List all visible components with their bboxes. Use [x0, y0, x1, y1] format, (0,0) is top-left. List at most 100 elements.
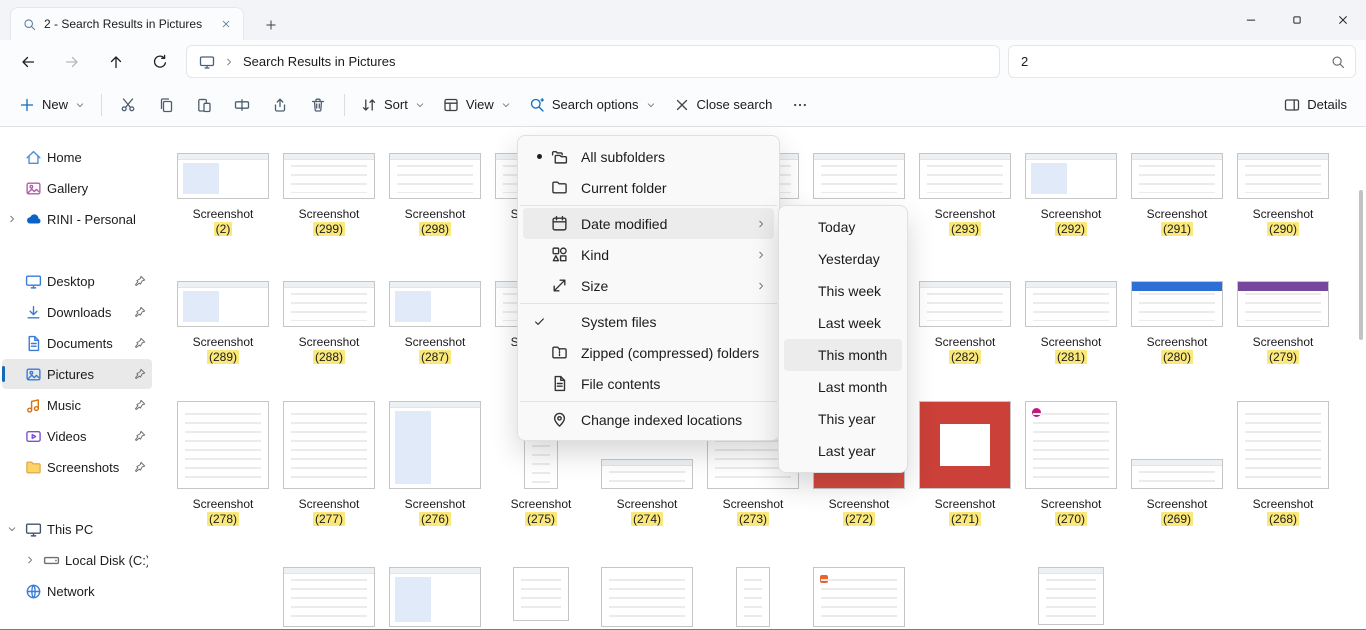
vertical-scrollbar[interactable]: [1359, 190, 1363, 340]
file-item[interactable]: Screenshot(279): [1237, 281, 1329, 365]
sidebar-item-this-pc[interactable]: This PC: [2, 514, 152, 544]
submenu-item-today[interactable]: Today: [784, 211, 902, 243]
rename-button[interactable]: [223, 88, 261, 122]
minimize-button[interactable]: [1228, 0, 1274, 40]
file-name: Screenshot(289): [193, 335, 254, 365]
this-pc-icon: [25, 521, 42, 538]
file-item[interactable]: Screenshot(293): [919, 153, 1011, 237]
file-item[interactable]: [389, 567, 481, 627]
close-search-button[interactable]: Close search: [665, 88, 782, 122]
file-item[interactable]: Screenshot(287): [389, 281, 481, 365]
file-item[interactable]: Screenshot(291): [1131, 153, 1223, 237]
sidebar-item-videos[interactable]: Videos: [2, 421, 152, 451]
sidebar-item-rini-personal[interactable]: RINI - Personal: [2, 204, 152, 234]
sort-button[interactable]: Sort: [352, 88, 434, 122]
search-input[interactable]: [1019, 53, 1323, 70]
up-button[interactable]: [98, 45, 134, 79]
menu-item-system-files[interactable]: System files: [523, 306, 774, 337]
file-thumbnail: [813, 153, 905, 199]
menu-item-current-folder[interactable]: Current folder: [523, 172, 774, 203]
file-item[interactable]: [513, 567, 569, 627]
menu-item-change-indexed-locations[interactable]: Change indexed locations: [523, 404, 774, 435]
menu-item-kind[interactable]: Kind: [523, 239, 774, 270]
file-item[interactable]: Screenshot(288): [283, 281, 375, 365]
sidebar-item-gallery[interactable]: Gallery: [2, 173, 152, 203]
search-box[interactable]: [1008, 45, 1356, 78]
tab-close-button[interactable]: [215, 13, 237, 35]
date-modified-submenu: TodayYesterdayThis weekLast weekThis mon…: [778, 205, 908, 473]
forward-button[interactable]: [54, 45, 90, 79]
kind-icon: [551, 246, 568, 263]
file-item[interactable]: Screenshot(270): [1025, 393, 1117, 527]
new-tab-button[interactable]: [258, 13, 284, 37]
file-item[interactable]: Screenshot(278): [177, 393, 269, 527]
view-button[interactable]: View: [434, 88, 520, 122]
maximize-button[interactable]: [1274, 0, 1320, 40]
file-item[interactable]: [283, 567, 375, 627]
see-more-button[interactable]: [781, 88, 819, 122]
file-item[interactable]: Screenshot(2): [177, 153, 269, 237]
file-name: Screenshot(268): [1253, 497, 1314, 527]
submenu-item-yesterday[interactable]: Yesterday: [784, 243, 902, 275]
submenu-item-this-year[interactable]: This year: [784, 403, 902, 435]
chevron-right-slot[interactable]: [22, 555, 38, 565]
menu-item-file-contents[interactable]: File contents: [523, 368, 774, 399]
file-item[interactable]: Screenshot(282): [919, 281, 1011, 365]
menu-item-date-modified[interactable]: Date modified: [523, 208, 774, 239]
file-thumbnail: [1025, 401, 1117, 489]
file-item[interactable]: Screenshot(292): [1025, 153, 1117, 237]
sidebar-item-screenshots[interactable]: Screenshots: [2, 452, 152, 482]
file-thumbnail: [1131, 281, 1223, 327]
search-options-button[interactable]: Search options: [520, 88, 665, 122]
explorer-tab[interactable]: 2 - Search Results in Pictures: [10, 7, 244, 40]
sidebar-item-desktop[interactable]: Desktop: [2, 266, 152, 296]
file-item[interactable]: Screenshot(276): [389, 393, 481, 527]
sidebar-item-documents[interactable]: Documents: [2, 328, 152, 358]
file-item[interactable]: Screenshot(277): [283, 393, 375, 527]
file-item[interactable]: Screenshot(268): [1237, 393, 1329, 527]
details-button[interactable]: Details: [1275, 88, 1356, 122]
back-button[interactable]: [10, 45, 46, 79]
file-item[interactable]: Screenshot(298): [389, 153, 481, 237]
file-item[interactable]: Screenshot(269): [1131, 393, 1223, 527]
file-item[interactable]: [1038, 567, 1104, 627]
delete-button[interactable]: [299, 88, 337, 122]
navigation-pane: HomeGalleryRINI - Personal DesktopDownloa…: [0, 127, 158, 629]
submenu-item-this-month[interactable]: This month: [784, 339, 902, 371]
file-item[interactable]: Screenshot(280): [1131, 281, 1223, 365]
file-item[interactable]: Screenshot(299): [283, 153, 375, 237]
file-item[interactable]: [601, 567, 693, 627]
submenu-item-last-month[interactable]: Last month: [784, 371, 902, 403]
address-bar[interactable]: Search Results in Pictures: [186, 45, 1000, 78]
submenu-item-this-week[interactable]: This week: [784, 275, 902, 307]
menu-item-size[interactable]: Size: [523, 270, 774, 301]
file-item[interactable]: Screenshot(290): [1237, 153, 1329, 237]
copy-button[interactable]: [147, 88, 185, 122]
file-item[interactable]: Screenshot(281): [1025, 281, 1117, 365]
sidebar-item-local-disk-c[interactable]: Local Disk (C:): [20, 545, 152, 575]
submenu-item-last-year[interactable]: Last year: [784, 435, 902, 467]
sidebar-item-music[interactable]: Music: [2, 390, 152, 420]
share-button[interactable]: [261, 88, 299, 122]
file-item[interactable]: [813, 567, 905, 627]
file-item[interactable]: Screenshot(271): [919, 393, 1011, 527]
file-item[interactable]: [736, 567, 770, 627]
chevron-down-slot[interactable]: [4, 524, 20, 534]
refresh-button[interactable]: [142, 45, 178, 79]
sidebar-item-pictures[interactable]: Pictures: [2, 359, 152, 389]
menu-item-label: Size: [581, 278, 756, 294]
cut-button[interactable]: [109, 88, 147, 122]
menu-item-all-subfolders[interactable]: All subfolders: [523, 141, 774, 172]
new-button[interactable]: New: [10, 88, 94, 122]
sidebar-item-network[interactable]: Network: [2, 576, 152, 606]
chevron-right-slot[interactable]: [4, 214, 20, 224]
file-item[interactable]: Screenshot(289): [177, 281, 269, 365]
sidebar-item-home[interactable]: Home: [2, 142, 152, 172]
submenu-item-last-week[interactable]: Last week: [784, 307, 902, 339]
paste-button[interactable]: [185, 88, 223, 122]
menu-item-zipped-compressed-folders[interactable]: Zipped (compressed) folders: [523, 337, 774, 368]
search-match-highlight: (271): [949, 512, 981, 526]
close-button[interactable]: [1320, 0, 1366, 40]
sidebar-item-downloads[interactable]: Downloads: [2, 297, 152, 327]
pin-icon: [134, 430, 146, 442]
